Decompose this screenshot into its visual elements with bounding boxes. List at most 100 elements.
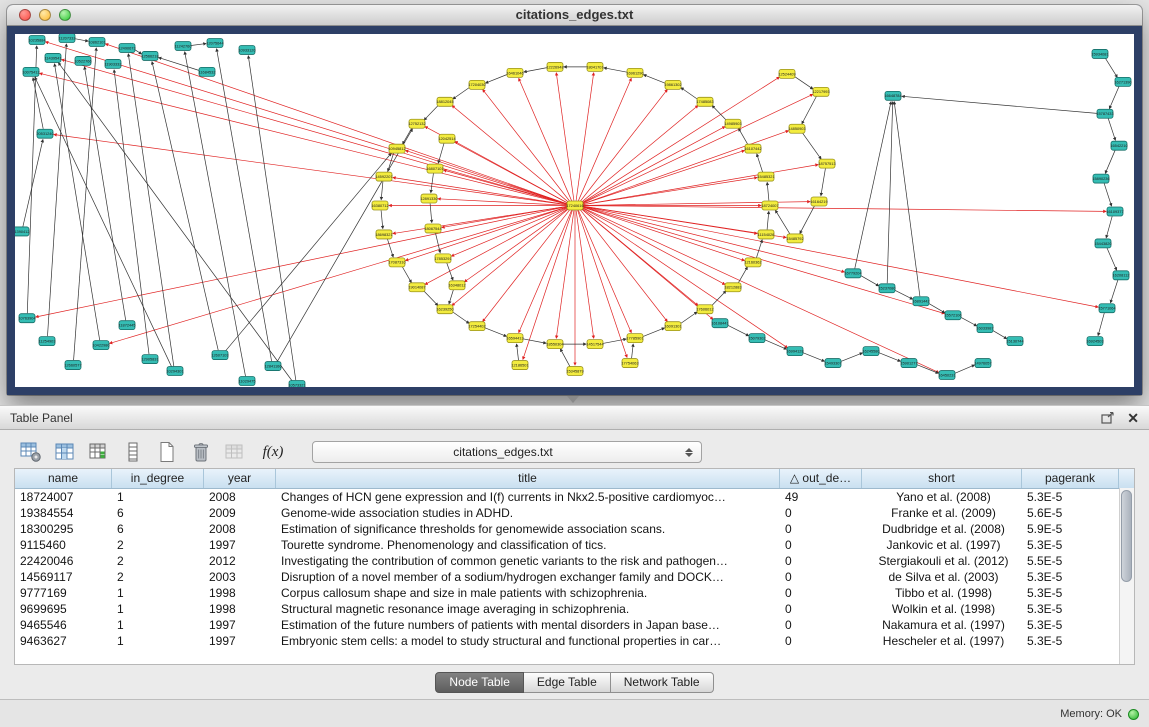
table-cell[interactable]: de Silva et al. (2003) [862,569,1022,585]
graph-edge[interactable] [992,330,1006,339]
window-titlebar[interactable]: citations_edges.txt [7,5,1142,26]
graph-edge[interactable] [583,206,1106,212]
graph-edge[interactable] [449,290,453,304]
graph-edge[interactable] [277,129,412,362]
table-cell[interactable]: Estimation of the future numbers of pati… [276,617,780,633]
table-cell[interactable]: Yano et al. (2008) [862,489,1022,505]
graph-edge[interactable] [841,353,863,362]
graph-edge[interactable] [55,64,100,340]
graph-edge[interactable] [582,77,780,203]
table-cell[interactable]: 18300295 [15,521,112,537]
table-row[interactable]: 946554611997Estimation of the future num… [15,617,1134,633]
graph-edge[interactable] [425,208,568,285]
table-cell[interactable]: 19384554 [15,505,112,521]
graph-edge[interactable] [1108,118,1115,140]
graph-edge[interactable] [582,208,788,348]
table-cell[interactable]: 2009 [204,505,276,521]
graph-edge[interactable] [860,275,879,286]
graph-edge[interactable] [604,68,627,72]
graph-edge[interactable] [1106,216,1112,238]
scrollbar-thumb[interactable] [1121,490,1132,582]
table-cell[interactable]: Genome-wide association studies in ADHD. [276,505,780,521]
table-row[interactable]: 1872400712008Changes of HCN gene express… [15,489,1134,505]
create-column-button[interactable] [86,439,112,465]
graph-edge[interactable] [381,211,383,229]
graph-edge[interactable] [523,210,573,359]
graph-edge[interactable] [576,73,594,201]
table-cell[interactable]: 2 [112,537,204,553]
table-cell[interactable]: Estimation of significance thresholds fo… [276,521,780,537]
graph-edge[interactable] [711,291,726,306]
graph-edge[interactable] [556,210,574,338]
graph-edge[interactable] [152,62,218,350]
table-cell[interactable]: Changes of HCN gene expression and I(f) … [276,489,780,505]
graph-edge[interactable] [27,46,36,313]
graph-edge[interactable] [767,211,769,229]
table-cell[interactable]: 1 [112,617,204,633]
table-cell[interactable]: 2012 [204,553,276,569]
graph-edge[interactable] [106,44,568,204]
graph-edge[interactable] [48,44,67,336]
graph-edge[interactable] [556,73,574,201]
graph-edge[interactable] [217,49,272,361]
table-cell[interactable]: Tourette syndrome. Phenomenology and cla… [276,537,780,553]
table-cell[interactable]: Tibbo et al. (1998) [862,585,1022,601]
graph-edge[interactable] [583,207,1098,308]
table-cell[interactable]: 1 [112,585,204,601]
graph-edge[interactable] [36,207,567,317]
table-row[interactable]: 911546021997Tourette syndrome. Phenomeno… [15,537,1134,553]
table-cell[interactable]: 1998 [204,601,276,617]
tab-edge-table[interactable]: Edge Table [524,672,611,693]
graph-edge[interactable] [1111,280,1118,303]
graph-edge[interactable] [485,328,507,337]
graph-edge[interactable] [802,133,821,160]
graph-edge[interactable] [447,263,453,280]
graph-edge[interactable] [775,210,790,234]
graph-edge[interactable] [225,153,391,351]
graph-edge[interactable] [431,174,434,193]
table-cell[interactable]: 6 [112,521,204,537]
table-cell[interactable]: 49 [780,489,862,505]
table-cell[interactable]: 2008 [204,521,276,537]
table-cell[interactable]: 0 [780,633,862,649]
table-cell[interactable]: 9465546 [15,617,112,633]
graph-edge[interactable] [739,128,748,144]
table-cell[interactable]: 1997 [204,633,276,649]
graph-edge[interactable] [46,42,568,204]
network-canvas[interactable]: 1724061618724007154853211610744214985903… [7,26,1142,395]
table-cell[interactable]: 0 [780,601,862,617]
table-cell[interactable]: 6 [112,505,204,521]
graph-edge[interactable] [643,328,665,337]
table-cell[interactable]: 0 [780,585,862,601]
graph-edge[interactable] [442,206,567,227]
graph-edge[interactable] [110,207,568,344]
table-cell[interactable]: 5.3E-5 [1022,617,1119,633]
function-builder-button[interactable]: f(x) [256,443,290,462]
row-selector-button[interactable] [120,439,146,465]
graph-edge[interactable] [406,207,568,261]
table-cell[interactable]: 1998 [204,585,276,601]
table-cell[interactable]: 0 [780,553,862,569]
graph-edge[interactable] [680,312,697,324]
graph-edge[interactable] [464,208,568,282]
table-row[interactable]: 1830029562008Estimation of significance … [15,521,1134,537]
graph-edge[interactable] [583,207,845,272]
table-cell[interactable]: Stergiakouli et al. (2012) [862,553,1022,569]
table-cell[interactable]: Wolkin et al. (1998) [862,601,1022,617]
table-cell[interactable]: 0 [780,617,862,633]
graph-edge[interactable] [917,365,939,374]
table-cell[interactable]: 0 [780,521,862,537]
table-cell[interactable]: 5.3E-5 [1022,489,1119,505]
graph-edge[interactable] [794,76,813,89]
table-cell[interactable]: 0 [780,569,862,585]
graph-edge[interactable] [85,67,126,320]
graph-edge[interactable] [644,75,666,84]
table-cell[interactable]: Dudbridge et al. (2008) [862,521,1022,537]
citation-graph[interactable]: 1724061618724007154853211610744214985903… [15,34,1134,387]
table-cell[interactable]: Hescheler et al. (1997) [862,633,1022,649]
graph-edge[interactable] [387,239,393,257]
graph-edge[interactable] [578,210,627,357]
graph-edge[interactable] [879,353,901,362]
graph-edge[interactable] [451,207,567,256]
table-row[interactable]: 1456911722003Disruption of a novel membe… [15,569,1134,585]
